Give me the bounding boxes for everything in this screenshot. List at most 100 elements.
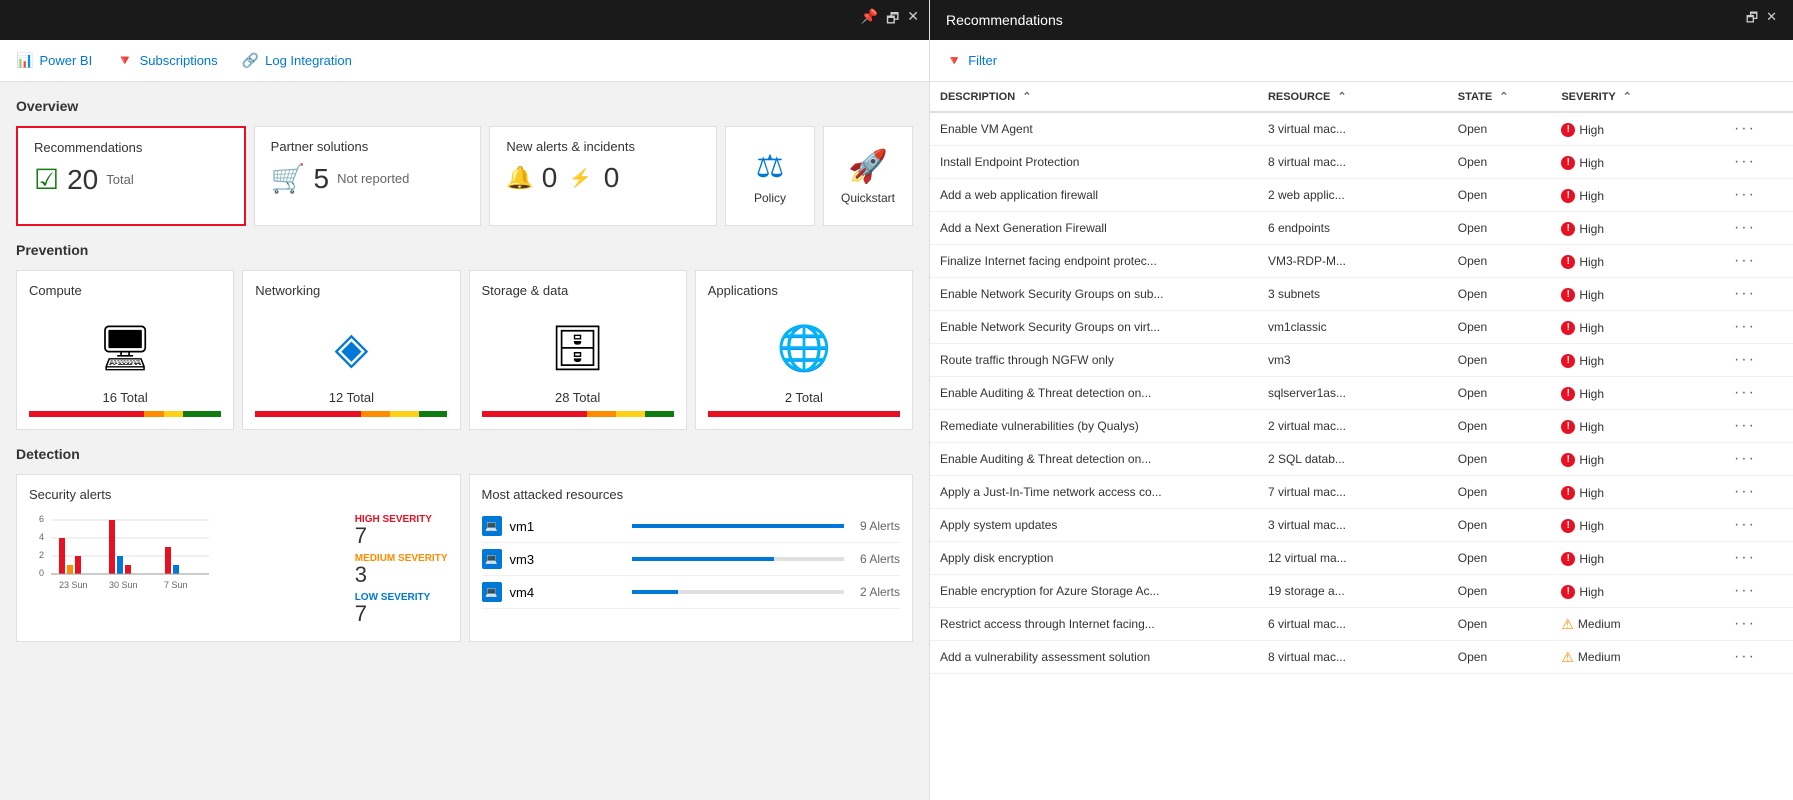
- row-action[interactable]: ···: [1724, 410, 1793, 443]
- more-button[interactable]: ···: [1734, 384, 1756, 401]
- quickstart-card[interactable]: 🚀 Quickstart: [823, 126, 913, 226]
- row-action[interactable]: ···: [1724, 542, 1793, 575]
- new-alerts-card[interactable]: New alerts & incidents 🔔 0 ⚡ 0: [489, 126, 717, 226]
- log-integration-button[interactable]: 🔗 Log Integration: [242, 52, 352, 69]
- row-action[interactable]: ···: [1724, 311, 1793, 344]
- row-action[interactable]: ···: [1724, 179, 1793, 212]
- row-resource: VM3-RDP-M...: [1258, 245, 1448, 278]
- more-button[interactable]: ···: [1734, 549, 1756, 566]
- more-button[interactable]: ···: [1734, 219, 1756, 236]
- resource-row-vm1[interactable]: 💻 vm1 9 Alerts: [482, 510, 901, 543]
- row-state: Open: [1448, 278, 1552, 311]
- compute-icon-area: 🖥: [29, 306, 221, 390]
- row-action[interactable]: ···: [1724, 112, 1793, 146]
- filter-button[interactable]: 🔻 Filter: [946, 53, 997, 69]
- right-panel-title: Recommendations: [946, 12, 1063, 28]
- more-button[interactable]: ···: [1734, 318, 1756, 335]
- more-button[interactable]: ···: [1734, 120, 1756, 137]
- networking-progress-ok: [419, 411, 448, 417]
- col-severity-header[interactable]: SEVERITY ⌃: [1551, 82, 1724, 112]
- more-button[interactable]: ···: [1734, 450, 1756, 467]
- row-action[interactable]: ···: [1724, 377, 1793, 410]
- table-row[interactable]: Remediate vulnerabilities (by Qualys)2 v…: [930, 410, 1793, 443]
- most-attacked-card[interactable]: Most attacked resources 💻 vm1 9 Alerts 💻…: [469, 474, 914, 642]
- table-row[interactable]: Enable VM Agent3 virtual mac...Open! Hig…: [930, 112, 1793, 146]
- severity-col-label: SEVERITY: [1561, 91, 1615, 103]
- policy-card[interactable]: ⚖ Policy: [725, 126, 815, 226]
- more-button[interactable]: ···: [1734, 153, 1756, 170]
- more-button[interactable]: ···: [1734, 648, 1756, 665]
- vm3-alerts: 6 Alerts: [860, 552, 900, 566]
- row-resource: 2 virtual mac...: [1258, 410, 1448, 443]
- row-action[interactable]: ···: [1724, 476, 1793, 509]
- more-button[interactable]: ···: [1734, 615, 1756, 632]
- severity-badge: ! High: [1561, 222, 1604, 236]
- table-row[interactable]: Enable encryption for Azure Storage Ac..…: [930, 575, 1793, 608]
- row-action[interactable]: ···: [1724, 608, 1793, 641]
- more-button[interactable]: ···: [1734, 417, 1756, 434]
- table-row[interactable]: Enable Network Security Groups on virt..…: [930, 311, 1793, 344]
- table-row[interactable]: Enable Network Security Groups on sub...…: [930, 278, 1793, 311]
- more-button[interactable]: ···: [1734, 351, 1756, 368]
- compute-card[interactable]: Compute 🖥 16 Total: [16, 270, 234, 430]
- security-alerts-card[interactable]: Security alerts 6 4 2 0: [16, 474, 461, 642]
- table-row[interactable]: Route traffic through NGFW onlyvm3Open! …: [930, 344, 1793, 377]
- severity-badge: ! High: [1561, 255, 1604, 269]
- more-button[interactable]: ···: [1734, 186, 1756, 203]
- col-state-header[interactable]: STATE ⌃: [1448, 82, 1552, 112]
- recommendations-card[interactable]: Recommendations ☑ 20 Total: [16, 126, 246, 226]
- right-restore-icon[interactable]: 🗗: [1746, 9, 1758, 31]
- applications-card[interactable]: Applications 🌐 2 Total: [695, 270, 913, 430]
- col-description-header[interactable]: DESCRIPTION ⌃: [930, 82, 1258, 112]
- storage-data-card[interactable]: Storage & data 🗄 28 Total: [469, 270, 687, 430]
- row-action[interactable]: ···: [1724, 641, 1793, 674]
- compute-progress-low: [164, 411, 183, 417]
- row-description: Remediate vulnerabilities (by Qualys): [930, 410, 1258, 443]
- right-close-icon[interactable]: ✕: [1766, 9, 1777, 31]
- table-row[interactable]: Enable Auditing & Threat detection on...…: [930, 377, 1793, 410]
- row-description: Enable encryption for Azure Storage Ac..…: [930, 575, 1258, 608]
- row-action[interactable]: ···: [1724, 443, 1793, 476]
- more-button[interactable]: ···: [1734, 516, 1756, 533]
- partner-solutions-title: Partner solutions: [271, 139, 465, 154]
- table-row[interactable]: Apply disk encryption12 virtual ma...Ope…: [930, 542, 1793, 575]
- table-row[interactable]: Install Endpoint Protection8 virtual mac…: [930, 146, 1793, 179]
- table-row[interactable]: Add a web application firewall2 web appl…: [930, 179, 1793, 212]
- most-attacked-title: Most attacked resources: [482, 487, 901, 502]
- subscriptions-icon: 🔻: [116, 52, 133, 69]
- table-row[interactable]: Restrict access through Internet facing.…: [930, 608, 1793, 641]
- table-row[interactable]: Add a vulnerability assessment solution8…: [930, 641, 1793, 674]
- more-button[interactable]: ···: [1734, 252, 1756, 269]
- pin-icon[interactable]: 📌: [861, 8, 878, 32]
- row-action[interactable]: ···: [1724, 146, 1793, 179]
- table-row[interactable]: Finalize Internet facing endpoint protec…: [930, 245, 1793, 278]
- table-row[interactable]: Add a Next Generation Firewall6 endpoint…: [930, 212, 1793, 245]
- more-button[interactable]: ···: [1734, 285, 1756, 302]
- more-button[interactable]: ···: [1734, 483, 1756, 500]
- table-row[interactable]: Apply system updates3 virtual mac...Open…: [930, 509, 1793, 542]
- networking-card[interactable]: Networking ◈ 12 Total: [242, 270, 460, 430]
- table-row[interactable]: Apply a Just-In-Time network access co..…: [930, 476, 1793, 509]
- col-resource-header[interactable]: RESOURCE ⌃: [1258, 82, 1448, 112]
- row-action[interactable]: ···: [1724, 245, 1793, 278]
- row-action[interactable]: ···: [1724, 344, 1793, 377]
- log-integration-label: Log Integration: [265, 53, 352, 68]
- partner-solutions-card[interactable]: Partner solutions 🛒 5 Not reported: [254, 126, 482, 226]
- low-severity-item: LOW SEVERITY 7: [355, 592, 448, 625]
- high-severity-dot: !: [1561, 123, 1575, 137]
- subscriptions-button[interactable]: 🔻 Subscriptions: [116, 52, 217, 69]
- storage-total: 28 Total: [482, 390, 674, 405]
- row-action[interactable]: ···: [1724, 278, 1793, 311]
- table-row[interactable]: Enable Auditing & Threat detection on...…: [930, 443, 1793, 476]
- restore-icon[interactable]: 🗗: [886, 8, 899, 32]
- resource-row-vm3[interactable]: 💻 vm3 6 Alerts: [482, 543, 901, 576]
- resource-row-vm4[interactable]: 💻 vm4 2 Alerts: [482, 576, 901, 609]
- row-action[interactable]: ···: [1724, 575, 1793, 608]
- more-button[interactable]: ···: [1734, 582, 1756, 599]
- row-action[interactable]: ···: [1724, 509, 1793, 542]
- close-icon[interactable]: ✕: [907, 8, 919, 32]
- power-bi-button[interactable]: 📊 Power BI: [16, 52, 92, 69]
- row-action[interactable]: ···: [1724, 212, 1793, 245]
- row-severity: ! High: [1551, 311, 1724, 344]
- power-bi-icon: 📊: [16, 52, 33, 69]
